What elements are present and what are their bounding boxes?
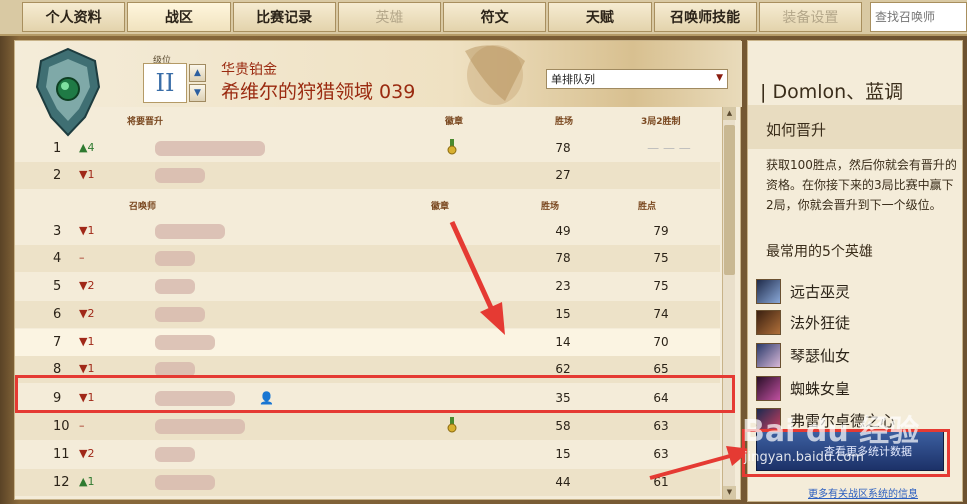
champion-item[interactable]: 远古巫灵 bbox=[756, 279, 964, 304]
champion-name: 远古巫灵 bbox=[790, 283, 851, 301]
watermark-logo: Bai du 经验 bbox=[742, 414, 920, 449]
most-played-title: 最常用的5个英雄 bbox=[766, 244, 873, 260]
arrow-icon bbox=[649, 446, 752, 480]
champion-item[interactable]: 法外狂徒 bbox=[756, 310, 964, 335]
champion-item[interactable]: 琴瑟仙女 bbox=[756, 343, 964, 368]
champion-name: 琴瑟仙女 bbox=[790, 347, 851, 365]
champion-name: 蜘蛛女皇 bbox=[790, 380, 851, 398]
watermark-url: jingyan.baidu.com bbox=[744, 450, 864, 465]
howto-title: 如何晋升 bbox=[748, 105, 962, 149]
champion-portrait-icon bbox=[756, 343, 781, 368]
champion-name: 法外狂徒 bbox=[790, 314, 851, 332]
arrow-icon bbox=[449, 220, 505, 335]
champion-portrait-icon bbox=[756, 376, 781, 401]
champion-item[interactable]: 蜘蛛女皇 bbox=[756, 376, 964, 401]
howto-description: 获取100胜点，然后你就会有晋升的资格。在你接下来的3局比赛中赢下2局，你就会晋… bbox=[766, 158, 957, 212]
champion-portrait-icon bbox=[756, 279, 781, 304]
champion-portrait-icon bbox=[756, 310, 781, 335]
summoner-name: | Domlon、蓝调 bbox=[760, 81, 904, 103]
league-info-link[interactable]: 更多有关战区系统的信息 bbox=[808, 485, 918, 500]
